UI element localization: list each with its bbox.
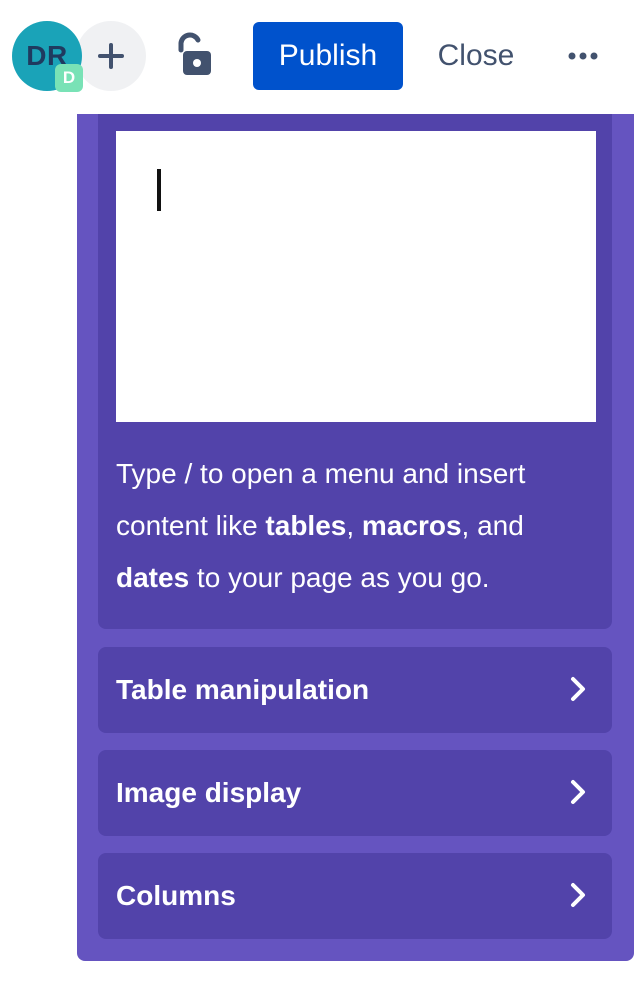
tip-text-part: to your page as you go. [189,562,490,593]
tip-text-sep: , and [461,510,524,541]
restrictions-button[interactable] [170,30,216,80]
chevron-right-icon [571,677,585,701]
close-button[interactable]: Close [420,22,532,90]
tip-item-table-manipulation[interactable]: Table manipulation [98,647,612,733]
avatar-badge: D [55,64,83,92]
add-collaborator-button[interactable] [76,21,146,91]
more-horizontal-icon [568,52,598,60]
unlock-icon [178,32,211,75]
editor-toolbar: DR D Publish Close [0,0,643,112]
tip-item-columns[interactable]: Columns [98,853,612,939]
publish-label: Publish [278,39,378,72]
avatar-badge-label: D [62,68,76,87]
tip-item-label: Columns [116,880,236,911]
tip-item-image-display[interactable]: Image display [98,750,612,836]
tip-bold-macros: macros [361,510,462,541]
tip-item-label: Table manipulation [116,674,370,705]
onboarding-panel: Type / to open a menu and insert content… [77,114,634,961]
chevron-right-icon [571,780,585,804]
tip-bold-tables: tables [265,510,347,541]
editor-preview [116,131,596,422]
chevron-right-icon [571,883,585,907]
plus-icon [98,43,124,69]
close-label: Close [437,39,515,72]
text-cursor [157,169,161,211]
tip-text-sep: , [346,510,362,541]
slash-command-tip-text: Type / to open a menu and insert content… [116,448,596,604]
tip-bold-dates: dates [116,562,190,593]
slash-command-tip-card: Type / to open a menu and insert content… [98,114,612,629]
tip-item-label: Image display [116,777,302,808]
publish-button[interactable]: Publish [253,22,403,90]
more-actions-button[interactable] [557,36,609,76]
